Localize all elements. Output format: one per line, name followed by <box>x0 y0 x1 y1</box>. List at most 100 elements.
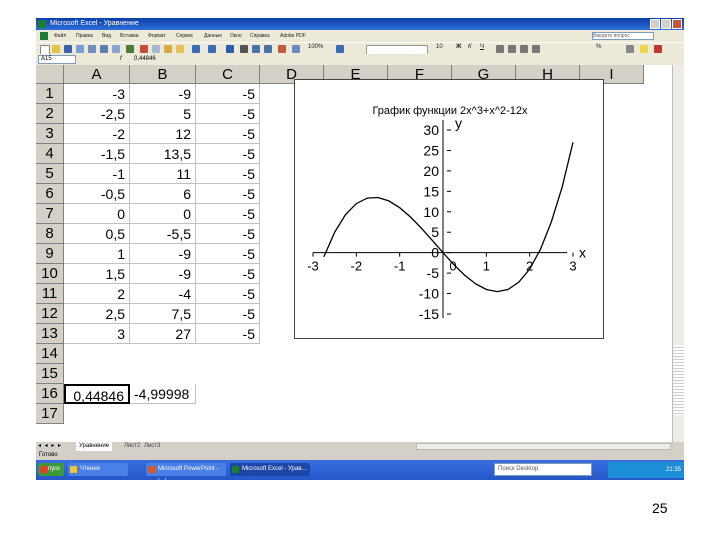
menu-adobe-pdf[interactable]: Adobe PDF <box>280 30 306 42</box>
row-header-13[interactable]: 13 <box>36 324 64 344</box>
italic-button[interactable]: К <box>468 44 472 50</box>
bold-button[interactable]: Ж <box>456 44 461 50</box>
cell-b1[interactable]: -9 <box>130 84 196 104</box>
cell-b5[interactable]: 11 <box>130 164 196 184</box>
cell-b7[interactable]: 0 <box>130 204 196 224</box>
cell-c1[interactable]: -5 <box>196 84 260 104</box>
cell-c2[interactable]: -5 <box>196 104 260 124</box>
permission-icon[interactable] <box>76 45 84 53</box>
scroll-thumb[interactable] <box>674 345 684 415</box>
taskbar-item-excel[interactable]: Microsoft Excel - Урав... <box>230 463 310 476</box>
cell-a4[interactable]: -1,5 <box>64 144 130 164</box>
maximize-icon[interactable] <box>661 19 671 29</box>
cell-a11[interactable]: 2 <box>64 284 130 304</box>
column-header-a[interactable]: A <box>64 65 130 84</box>
help-icon[interactable] <box>336 45 344 53</box>
cell-b11[interactable]: -4 <box>130 284 196 304</box>
cell-c5[interactable]: -5 <box>196 164 260 184</box>
cell-a6[interactable]: -0,5 <box>64 184 130 204</box>
cell-a12[interactable]: 2,5 <box>64 304 130 324</box>
merge-center-icon[interactable] <box>532 45 540 53</box>
row-header-6[interactable]: 6 <box>36 184 64 204</box>
row-header-15[interactable]: 15 <box>36 364 64 384</box>
row-header-3[interactable]: 3 <box>36 124 64 144</box>
spelling-icon[interactable] <box>126 45 134 53</box>
taskbar-item-powerpoint[interactable]: Microsoft PowerPoint - [...] <box>146 463 226 485</box>
menu-file[interactable]: Файл <box>54 30 66 42</box>
fill-color-icon[interactable] <box>640 45 648 53</box>
row-header-2[interactable]: 2 <box>36 104 64 124</box>
cell-a7[interactable]: 0 <box>64 204 130 224</box>
start-button[interactable]: пуск <box>38 463 64 476</box>
cell-b15[interactable]: -4,99998 <box>130 384 196 404</box>
cell-b12[interactable]: 7,5 <box>130 304 196 324</box>
align-right-icon[interactable] <box>520 45 528 53</box>
tab-uravnenie[interactable]: Уравнение <box>76 442 113 451</box>
cut-icon[interactable] <box>140 45 148 53</box>
cell-a9[interactable]: 1 <box>64 244 130 264</box>
cell-c4[interactable]: -5 <box>196 144 260 164</box>
tab-list3[interactable]: Лист3 <box>144 442 160 451</box>
menu-format[interactable]: Формат <box>148 30 166 42</box>
cell-c12[interactable]: -5 <box>196 304 260 324</box>
cell-b8[interactable]: -5,5 <box>130 224 196 244</box>
menu-window[interactable]: Окно <box>230 30 242 42</box>
open-icon[interactable] <box>52 45 60 53</box>
drawing-icon[interactable] <box>292 45 300 53</box>
help-search-input[interactable]: Введите вопрос <box>592 32 654 40</box>
cell-b6[interactable]: 6 <box>130 184 196 204</box>
row-header-5[interactable]: 5 <box>36 164 64 184</box>
cell-b3[interactable]: 12 <box>130 124 196 144</box>
format-painter-icon[interactable] <box>176 45 184 53</box>
row-header-16[interactable]: 16 <box>36 384 64 404</box>
cell-b9[interactable]: -9 <box>130 244 196 264</box>
cell-c8[interactable]: -5 <box>196 224 260 244</box>
cell-a1[interactable]: -3 <box>64 84 130 104</box>
cell-a2[interactable]: -2,5 <box>64 104 130 124</box>
redo-icon[interactable] <box>208 45 216 53</box>
save-icon[interactable] <box>64 45 72 53</box>
cell-b10[interactable]: -9 <box>130 264 196 284</box>
row-header-4[interactable]: 4 <box>36 144 64 164</box>
cell-c7[interactable]: -5 <box>196 204 260 224</box>
cell-c13[interactable]: -5 <box>196 324 260 344</box>
cell-c3[interactable]: -5 <box>196 124 260 144</box>
row-header-7[interactable]: 7 <box>36 204 64 224</box>
sort-desc-icon[interactable] <box>264 45 272 53</box>
cell-a13[interactable]: 3 <box>64 324 130 344</box>
percent-button[interactable]: % <box>596 44 601 50</box>
menu-data[interactable]: Данные <box>204 30 222 42</box>
align-left-icon[interactable] <box>496 45 504 53</box>
row-header-8[interactable]: 8 <box>36 224 64 244</box>
horizontal-scrollbar[interactable] <box>416 443 671 450</box>
menu-view[interactable]: Вид <box>102 30 111 42</box>
vertical-scrollbar[interactable] <box>672 65 684 442</box>
taskbar-item-chteniya[interactable]: Чтения <box>68 463 128 476</box>
cell-a3[interactable]: -2 <box>64 124 130 144</box>
print-preview-icon[interactable] <box>112 45 120 53</box>
close-icon[interactable] <box>672 19 682 29</box>
row-header-11[interactable]: 11 <box>36 284 64 304</box>
sort-asc-icon[interactable] <box>252 45 260 53</box>
cell-c11[interactable]: -5 <box>196 284 260 304</box>
chart-area[interactable]: График функции 2x^3+x^2-12x -3 -2 -1 0 1 2 3 30 2… <box>294 79 604 339</box>
column-header-c[interactable]: C <box>196 65 260 84</box>
desktop-search-input[interactable]: Поиск Desktop <box>494 463 592 476</box>
copy-icon[interactable] <box>152 45 160 53</box>
menu-help[interactable]: Справка <box>250 30 270 42</box>
cell-a5[interactable]: -1 <box>64 164 130 184</box>
select-all-corner[interactable] <box>36 65 64 84</box>
email-icon[interactable] <box>88 45 96 53</box>
borders-icon[interactable] <box>626 45 634 53</box>
cell-c9[interactable]: -5 <box>196 244 260 264</box>
column-header-b[interactable]: B <box>130 65 196 84</box>
underline-button[interactable]: Ч <box>480 44 484 50</box>
zoom-select[interactable]: 100% <box>308 44 323 50</box>
tab-list2[interactable]: Лист2 <box>124 442 140 451</box>
row-header-1[interactable]: 1 <box>36 84 64 104</box>
row-header-12[interactable]: 12 <box>36 304 64 324</box>
menu-tools[interactable]: Сервис <box>176 30 193 42</box>
autosum-icon[interactable] <box>240 45 248 53</box>
cell-a8[interactable]: 0,5 <box>64 224 130 244</box>
row-header-10[interactable]: 10 <box>36 264 64 284</box>
